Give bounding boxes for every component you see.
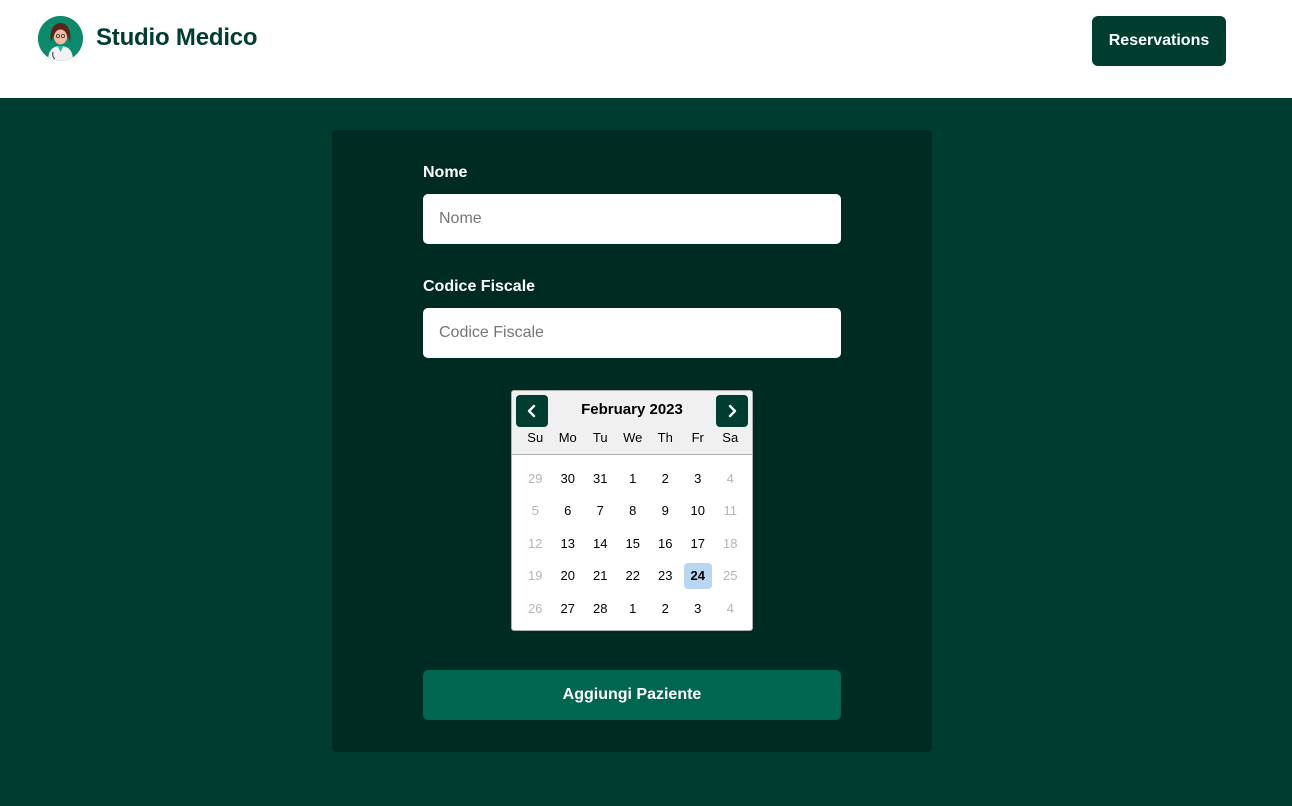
calendar-day[interactable]: 17 (684, 530, 712, 556)
calendar-day[interactable]: 27 (554, 595, 582, 621)
top-navbar: Studio Medico Reservations (0, 0, 1292, 98)
calendar-day[interactable]: 23 (651, 563, 679, 589)
calendar-day[interactable]: 26 (521, 595, 549, 621)
calendar-day[interactable]: 15 (619, 530, 647, 556)
calendar-day[interactable]: 3 (684, 465, 712, 491)
calendar-day[interactable]: 9 (651, 498, 679, 524)
calendar-week-row: 19 20 21 22 23 24 25 (519, 560, 747, 593)
add-patient-button[interactable]: Aggiungi Paziente (423, 670, 841, 720)
calendar-week-row: 29 30 31 1 2 3 4 (519, 462, 747, 495)
codice-fiscale-input[interactable] (423, 308, 841, 358)
codice-fiscale-label: Codice Fiscale (423, 278, 536, 295)
calendar-day[interactable]: 18 (716, 530, 744, 556)
calendar-day[interactable]: 2 (651, 465, 679, 491)
day-of-week-label: Su (527, 430, 544, 445)
calendar-days-grid: 29 30 31 1 2 3 4 5 6 7 8 9 10 11 12 13 14 15 16 17 18 19 20 21 2… (519, 462, 747, 625)
chevron-right-icon (728, 404, 737, 418)
calendar-day[interactable]: 5 (521, 498, 549, 524)
nome-input[interactable] (423, 194, 841, 244)
calendar-day[interactable]: 28 (586, 595, 614, 621)
calendar-day[interactable]: 14 (586, 530, 614, 556)
day-of-week-label: Mo (558, 430, 577, 445)
calendar-day-selected[interactable]: 24 (683, 562, 712, 589)
day-of-week-label: Sa (722, 430, 739, 445)
reservations-button[interactable]: Reservations (1092, 16, 1226, 66)
calendar-day[interactable]: 4 (716, 465, 744, 491)
calendar-day[interactable]: 29 (521, 465, 549, 491)
calendar-day[interactable]: 2 (651, 595, 679, 621)
calendar-day[interactable]: 3 (684, 595, 712, 621)
calendar-day[interactable]: 22 (619, 563, 647, 589)
calendar-day[interactable]: 13 (554, 530, 582, 556)
calendar-day[interactable]: 12 (521, 530, 549, 556)
calendar-day[interactable]: 10 (684, 498, 712, 524)
calendar-day[interactable]: 1 (619, 595, 647, 621)
calendar-day[interactable]: 25 (716, 563, 744, 589)
calendar-day[interactable]: 4 (716, 595, 744, 621)
calendar-day[interactable]: 6 (554, 498, 582, 524)
day-of-week-label: Th (657, 430, 673, 445)
calendar-day[interactable]: 1 (619, 465, 647, 491)
day-of-week-label: Fr (691, 430, 704, 445)
calendar-day[interactable]: 7 (586, 498, 614, 524)
doctor-avatar-icon[interactable] (38, 16, 83, 61)
calendar-day[interactable]: 19 (521, 563, 549, 589)
calendar-header: February 2023 Su Mo Tu We Th Fr Sa (512, 391, 752, 455)
nome-label: Nome (423, 164, 468, 181)
calendar-day[interactable]: 8 (619, 498, 647, 524)
date-picker-calendar: February 2023 Su Mo Tu We Th Fr Sa 29 30 3… (511, 390, 753, 631)
calendar-day[interactable]: 11 (716, 498, 744, 524)
calendar-week-row: 12 13 14 15 16 17 18 (519, 527, 747, 560)
next-month-button[interactable] (716, 395, 748, 427)
day-of-week-label: We (623, 430, 643, 445)
day-of-week-label: Tu (592, 430, 608, 445)
day-of-week-row: Su Mo Tu We Th Fr Sa (519, 430, 747, 445)
calendar-day[interactable]: 16 (651, 530, 679, 556)
calendar-day[interactable]: 31 (586, 465, 614, 491)
calendar-day[interactable]: 20 (554, 563, 582, 589)
patient-form-card: Nome Codice Fiscale February 2023 Su Mo … (332, 130, 932, 752)
calendar-day[interactable]: 21 (586, 563, 614, 589)
calendar-week-row: 26 27 28 1 2 3 4 (519, 592, 747, 625)
brand-title[interactable]: Studio Medico (96, 24, 258, 52)
calendar-day[interactable]: 30 (554, 465, 582, 491)
calendar-week-row: 5 6 7 8 9 10 11 (519, 495, 747, 528)
